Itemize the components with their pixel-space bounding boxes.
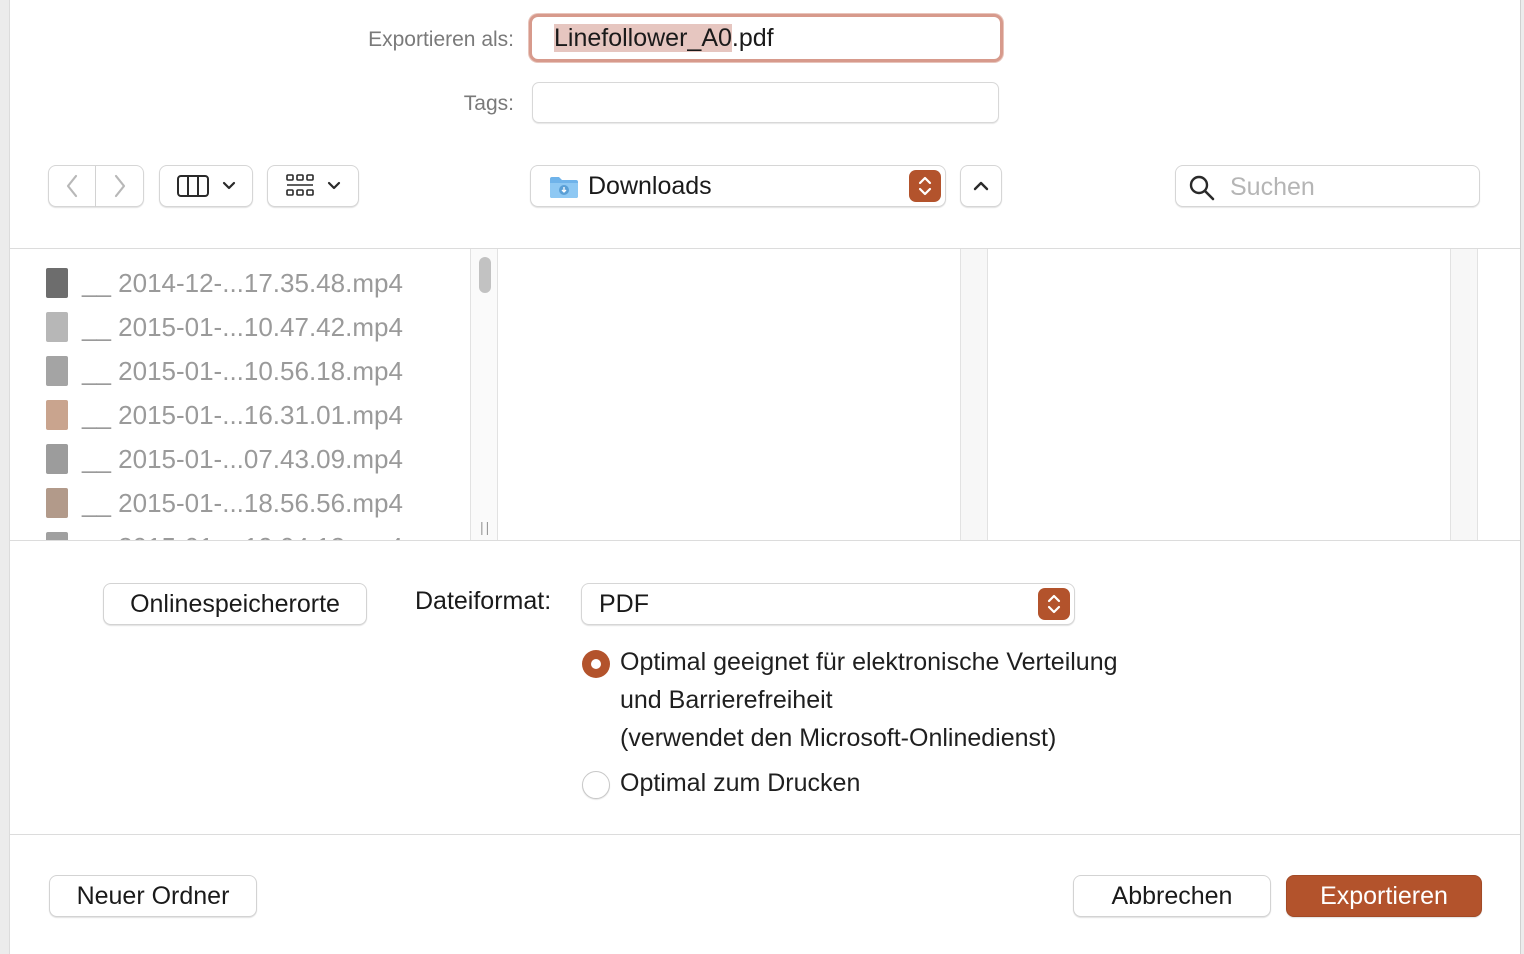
file-row[interactable]: __ 2015-01-...18.56.56.mp4 xyxy=(46,481,403,525)
file-column: __ 2014-12-...17.35.48.mp4 __ 2015-01-..… xyxy=(10,249,470,541)
grid-group-icon xyxy=(286,174,314,196)
file-row[interactable]: __ 2015-01-...10.47.42.mp4 xyxy=(46,305,403,349)
column-divider[interactable] xyxy=(1450,249,1478,540)
file-name: __ 2015-01-...18.56.56.mp4 xyxy=(82,487,403,518)
file-name: __ 2015-01-...10.56.18.mp4 xyxy=(82,355,403,386)
location-popup[interactable]: Downloads xyxy=(530,165,946,207)
group-mode-button[interactable] xyxy=(267,165,359,207)
export-as-label: Exportieren als: xyxy=(368,28,514,51)
chevron-left-icon xyxy=(66,174,78,198)
export-filename-field[interactable]: Linefollower_A0.pdf xyxy=(529,14,1003,62)
search-field[interactable] xyxy=(1175,165,1480,207)
location-stepper xyxy=(909,170,941,202)
file-row[interactable]: __ 2015-01-...16.31.01.mp4 xyxy=(46,393,403,437)
view-mode-button[interactable] xyxy=(159,165,253,207)
chevron-up-icon xyxy=(973,181,989,191)
file-name: __ 2014-12-...17.35.48.mp4 xyxy=(82,267,403,298)
radio-electronic-distribution[interactable] xyxy=(582,650,610,678)
column-view-icon xyxy=(177,175,209,197)
tags-label: Tags: xyxy=(463,92,514,115)
export-button[interactable]: Exportieren xyxy=(1286,875,1482,917)
video-thumbnail xyxy=(46,444,68,474)
video-thumbnail xyxy=(46,356,68,386)
chevron-down-icon xyxy=(222,181,236,190)
column-divider[interactable] xyxy=(960,249,988,540)
radio-print[interactable] xyxy=(582,771,610,799)
expand-collapse-button[interactable] xyxy=(960,165,1002,207)
option-electronic-line3: (verwendet den Microsoft-Onlinedienst) xyxy=(620,724,1057,752)
back-button[interactable] xyxy=(48,165,96,207)
format-stepper xyxy=(1038,588,1070,620)
video-thumbnail xyxy=(46,400,68,430)
video-thumbnail xyxy=(46,312,68,342)
video-thumbnail xyxy=(46,268,68,298)
file-name: __ 2015-01-...10.47.42.mp4 xyxy=(82,311,403,342)
chevron-down-icon xyxy=(327,181,341,190)
video-thumbnail xyxy=(46,488,68,518)
new-folder-button[interactable]: Neuer Ordner xyxy=(49,875,257,917)
video-thumbnail xyxy=(46,532,68,540)
search-icon xyxy=(1189,175,1215,201)
up-down-arrows-icon xyxy=(918,176,932,196)
file-row[interactable]: __ 2015-01-...07.43.09.mp4 xyxy=(46,437,403,481)
filename-selected-text: Linefollower_A0 xyxy=(554,24,732,52)
file-name: __ 2015-01-...07.43.09.mp4 xyxy=(82,443,403,474)
column-scrollbar[interactable]: || xyxy=(470,249,498,540)
option-print-label: Optimal zum Drucken xyxy=(620,769,861,797)
filename-extension: .pdf xyxy=(731,24,774,52)
option-electronic-line2: und Barrierefreiheit xyxy=(620,686,833,714)
forward-button[interactable] xyxy=(96,165,144,207)
online-locations-button[interactable]: Onlinespeicherorte xyxy=(103,583,367,625)
file-browser: __ 2014-12-...17.35.48.mp4 __ 2015-01-..… xyxy=(10,248,1520,541)
file-row[interactable]: __ 2015-01-...19.04.13.mp4 xyxy=(46,525,403,541)
window-left-edge xyxy=(0,0,10,954)
file-format-value: PDF xyxy=(599,590,649,618)
file-name: __ 2015-01-...19.04.13.mp4 xyxy=(82,532,403,541)
file-row[interactable]: __ 2014-12-...17.35.48.mp4 xyxy=(46,261,403,305)
column-resize-handle[interactable]: || xyxy=(480,519,491,535)
file-row[interactable]: __ 2015-01-...10.56.18.mp4 xyxy=(46,349,403,393)
chevron-right-icon xyxy=(114,174,125,198)
footer-divider xyxy=(10,834,1520,835)
file-name: __ 2015-01-...16.31.01.mp4 xyxy=(82,399,403,430)
history-nav xyxy=(48,165,145,207)
window-right-edge xyxy=(1520,0,1524,954)
scrollbar-thumb[interactable] xyxy=(479,257,491,293)
tags-field[interactable] xyxy=(532,82,999,123)
file-format-popup[interactable]: PDF xyxy=(581,583,1075,625)
downloads-folder-icon xyxy=(550,177,578,198)
file-format-label: Dateiformat: xyxy=(415,587,552,615)
option-electronic-line1: Optimal geeignet für elektronische Verte… xyxy=(620,648,1118,676)
cancel-button[interactable]: Abbrechen xyxy=(1073,875,1271,917)
up-down-arrows-icon xyxy=(1047,594,1061,614)
location-label: Downloads xyxy=(588,172,712,200)
search-input[interactable] xyxy=(1230,172,1470,202)
